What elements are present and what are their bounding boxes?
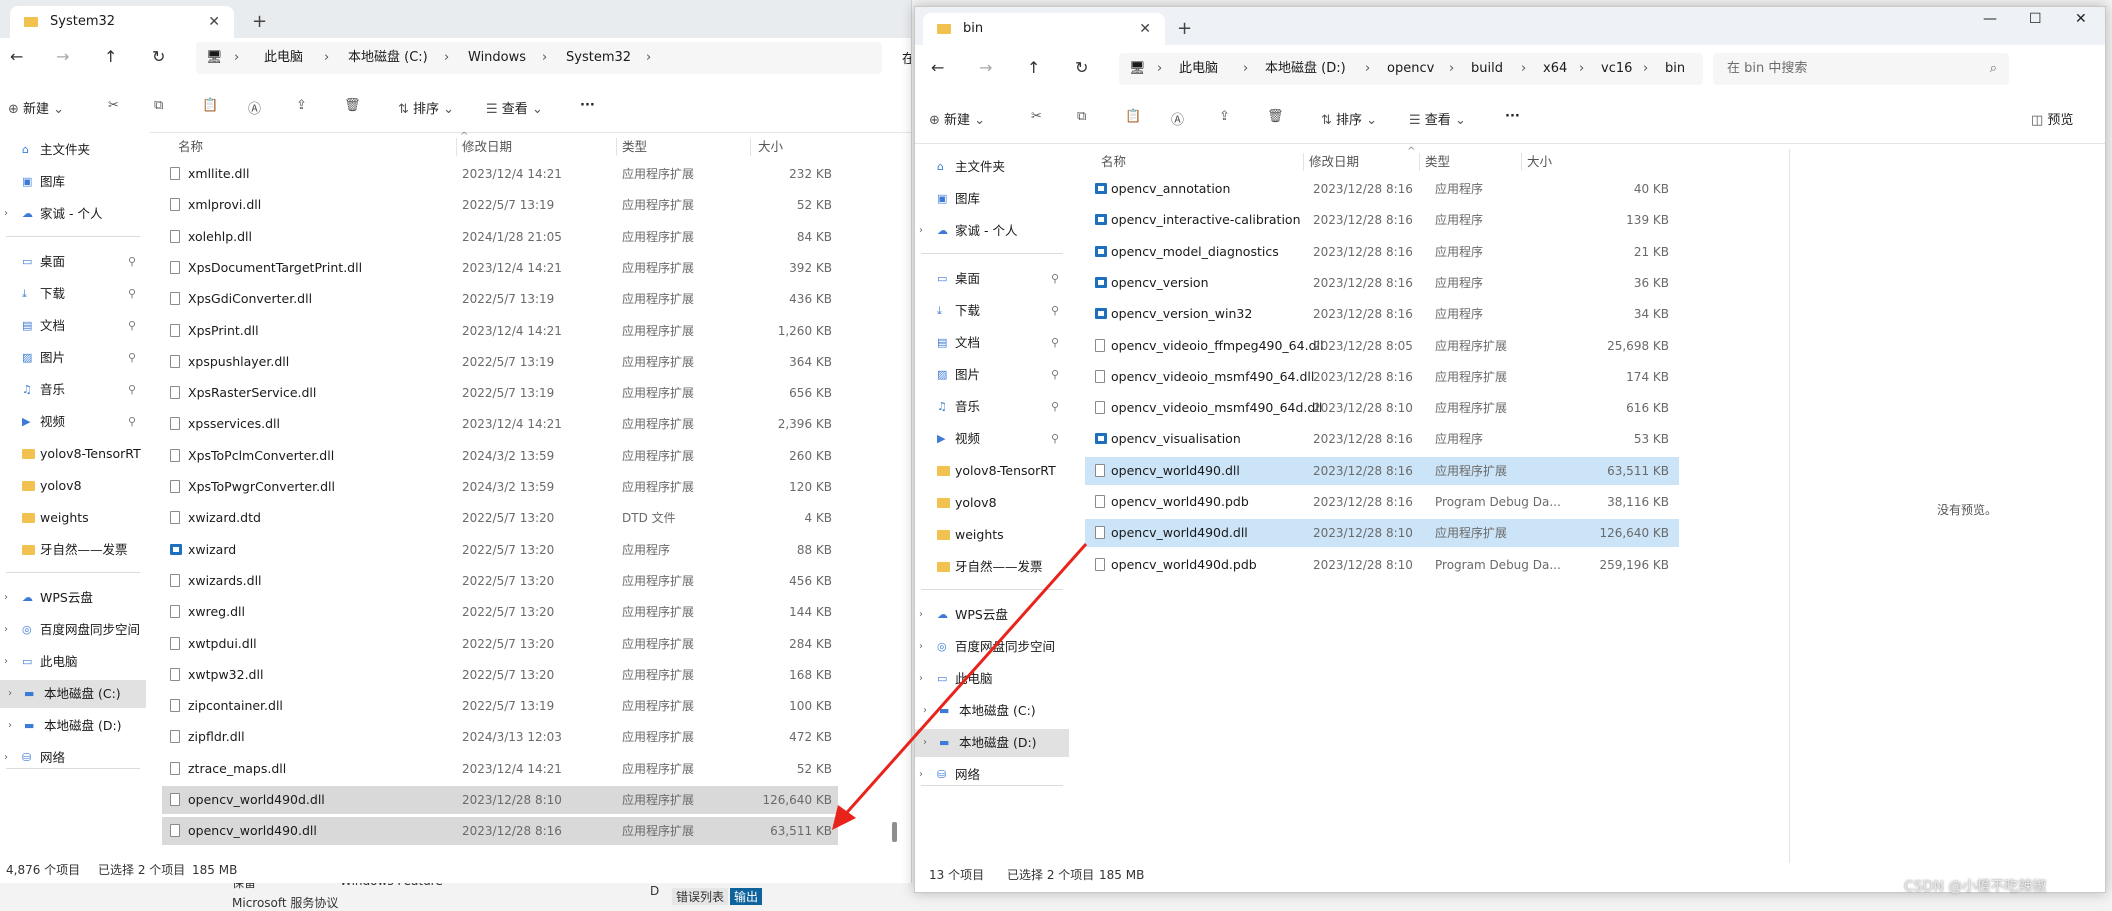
arrow-head [832,805,856,830]
red-arrow-annotation [832,543,1088,830]
desktop: { "window_a": { "tab_title": "System32",… [0,0,2112,910]
arrow-shaft [840,543,1088,819]
watermark: CSDN @小橙不吃辣椒 [1904,879,2047,895]
